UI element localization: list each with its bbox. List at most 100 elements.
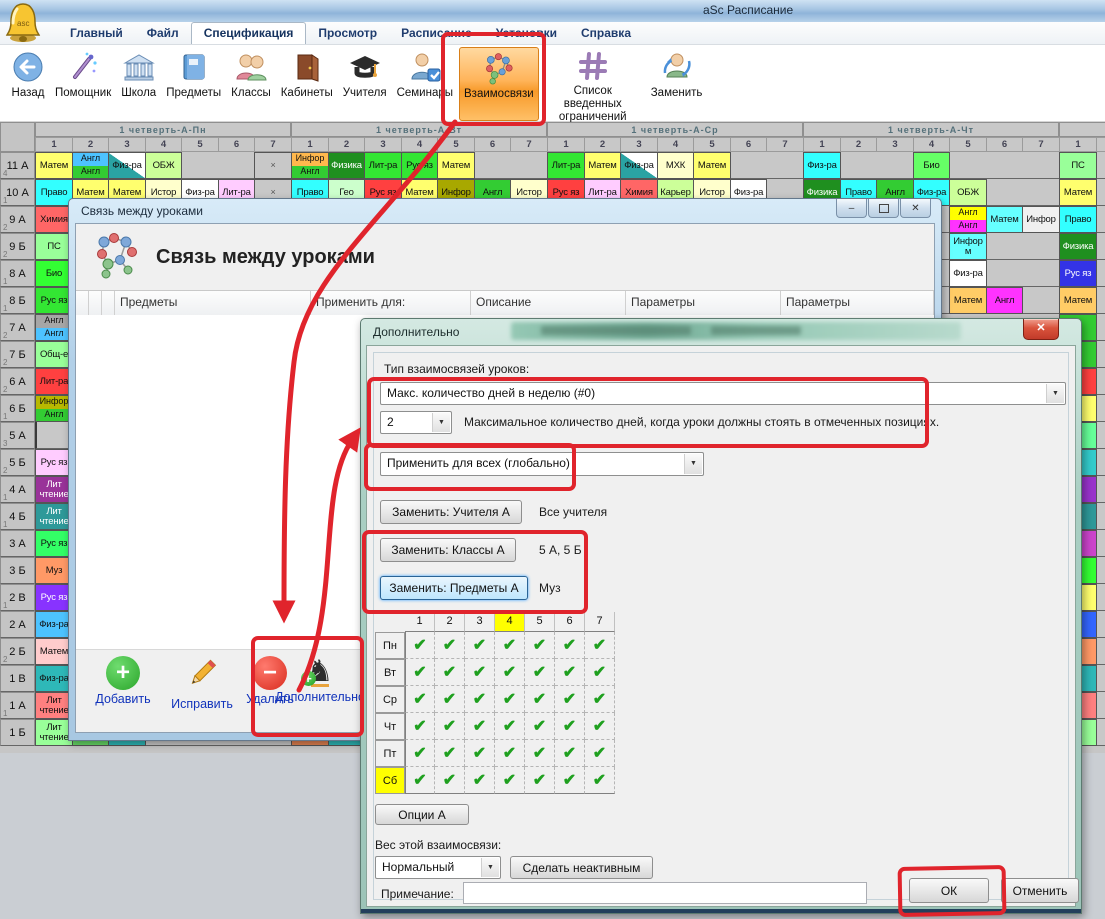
- timetable-cell[interactable]: Право: [1059, 206, 1097, 233]
- menu-tab-main[interactable]: Главный: [58, 23, 135, 44]
- timetable-cell[interactable]: Матем: [1059, 179, 1097, 206]
- class-label[interactable]: 2 А: [0, 611, 35, 638]
- timetable-cell[interactable]: Физ-ра: [949, 260, 987, 287]
- grid-check-cell[interactable]: ✔: [465, 767, 495, 794]
- timetable-cell[interactable]: [1096, 206, 1105, 233]
- grid-check-cell[interactable]: ✔: [435, 767, 465, 794]
- timetable-cell[interactable]: [1096, 287, 1105, 314]
- timetable-cell[interactable]: [474, 152, 511, 179]
- timetable-cell[interactable]: [1096, 557, 1105, 584]
- options-a-button[interactable]: Опции А: [375, 804, 469, 825]
- grid-check-cell[interactable]: ✔: [525, 767, 555, 794]
- grid-check-cell[interactable]: ✔: [435, 632, 465, 659]
- grid-check-cell[interactable]: ✔: [555, 740, 585, 767]
- timetable-cell[interactable]: [1022, 233, 1060, 260]
- class-label[interactable]: 7 А2: [0, 314, 35, 341]
- timetable-cell[interactable]: Инфор: [1022, 206, 1060, 233]
- grid-day-header[interactable]: Ср: [375, 686, 405, 713]
- timetable-cell[interactable]: АнглАнгл: [72, 152, 109, 179]
- toolbar-button-constraints[interactable]: Список введенных ограничений: [541, 47, 645, 121]
- class-label[interactable]: 11 А4: [0, 152, 35, 179]
- grid-day-header[interactable]: Пн: [375, 632, 405, 659]
- timetable-cell[interactable]: [1096, 260, 1105, 287]
- timetable-cell[interactable]: [1096, 179, 1105, 206]
- toolbar-button-wizard[interactable]: Помощник: [51, 47, 115, 121]
- grid-check-cell[interactable]: ✔: [555, 632, 585, 659]
- grid-check-cell[interactable]: ✔: [495, 713, 525, 740]
- grid-check-cell[interactable]: ✔: [405, 632, 435, 659]
- grid-check-cell[interactable]: ✔: [525, 713, 555, 740]
- grid-check-cell[interactable]: ✔: [525, 686, 555, 713]
- replace-button-0[interactable]: Заменить: Учителя А: [380, 500, 522, 524]
- timetable-cell[interactable]: [1096, 611, 1105, 638]
- grid-check-cell[interactable]: ✔: [465, 740, 495, 767]
- grid-day-header[interactable]: Сб: [375, 767, 405, 794]
- class-label[interactable]: 5 А3: [0, 422, 35, 449]
- class-label[interactable]: 7 Б2: [0, 341, 35, 368]
- toolbar-button-interconnections[interactable]: Взаимосвязи: [459, 47, 539, 121]
- link-column-header[interactable]: [102, 291, 115, 316]
- timetable-cell[interactable]: [1096, 530, 1105, 557]
- grid-check-cell[interactable]: ✔: [465, 632, 495, 659]
- timetable-cell[interactable]: МХК: [657, 152, 694, 179]
- timetable-cell[interactable]: Физ-ра: [108, 152, 146, 179]
- grid-check-cell[interactable]: ✔: [585, 767, 615, 794]
- timetable-cell[interactable]: Матем: [1059, 287, 1097, 314]
- class-label[interactable]: 8 Б1: [0, 287, 35, 314]
- timetable-cell[interactable]: [1096, 449, 1105, 476]
- grid-check-cell[interactable]: ✔: [585, 740, 615, 767]
- action-add-button[interactable]: +Добавить: [84, 656, 162, 706]
- timetable-cell[interactable]: [1096, 341, 1105, 368]
- timetable-cell[interactable]: [1022, 287, 1060, 314]
- grid-check-cell[interactable]: ✔: [405, 767, 435, 794]
- timetable-cell[interactable]: [986, 179, 1023, 206]
- grid-check-cell[interactable]: ✔: [435, 686, 465, 713]
- timetable-cell[interactable]: [730, 152, 767, 179]
- timetable-cell[interactable]: [986, 233, 1023, 260]
- grid-check-cell[interactable]: ✔: [585, 713, 615, 740]
- cancel-button[interactable]: Отменить: [1001, 878, 1079, 903]
- timetable-cell[interactable]: [1096, 584, 1105, 611]
- grid-day-header[interactable]: Вт: [375, 659, 405, 686]
- grid-check-cell[interactable]: ✔: [465, 713, 495, 740]
- grid-check-cell[interactable]: ✔: [495, 686, 525, 713]
- menu-tab-view[interactable]: Просмотр: [306, 23, 389, 44]
- class-label[interactable]: 1 А1: [0, 692, 35, 719]
- dropdown-arrow-icon[interactable]: ▼: [432, 413, 450, 432]
- menu-tab-timetable[interactable]: Расписание: [389, 23, 484, 44]
- grid-check-cell[interactable]: ✔: [405, 659, 435, 686]
- timetable-cell[interactable]: [1096, 422, 1105, 449]
- timetable-cell[interactable]: ИнфорАнгл: [291, 152, 329, 179]
- grid-day-header[interactable]: Пт: [375, 740, 405, 767]
- replace-button-2[interactable]: Заменить: Предметы А: [380, 576, 528, 600]
- timetable-cell[interactable]: [1096, 719, 1105, 746]
- menu-tab-file[interactable]: Файл: [135, 23, 191, 44]
- timetable-cell[interactable]: [1096, 503, 1105, 530]
- timetable-cell[interactable]: [1022, 260, 1060, 287]
- class-label[interactable]: 2 Б2: [0, 638, 35, 665]
- grid-check-cell[interactable]: ✔: [555, 713, 585, 740]
- grid-check-cell[interactable]: ✔: [495, 740, 525, 767]
- link-column-header[interactable]: [76, 291, 89, 316]
- link-column-header[interactable]: Параметры: [781, 291, 934, 316]
- timetable-cell[interactable]: ×: [254, 152, 292, 179]
- timetable-cell[interactable]: Матем: [986, 206, 1023, 233]
- replace-button-1[interactable]: Заменить: Классы А: [380, 538, 516, 562]
- dropdown-arrow-icon[interactable]: ▼: [684, 454, 702, 474]
- timetable-cell[interactable]: Лит-ра: [547, 152, 585, 179]
- grid-check-cell[interactable]: ✔: [435, 713, 465, 740]
- class-label[interactable]: 2 В1: [0, 584, 35, 611]
- count-combobox[interactable]: 2 ▼: [380, 411, 452, 434]
- class-label[interactable]: 3 Б: [0, 557, 35, 584]
- timetable-cell[interactable]: [181, 152, 219, 179]
- timetable-cell[interactable]: [840, 152, 877, 179]
- title-bar[interactable]: aSc Расписание: [0, 0, 1105, 23]
- dropdown-arrow-icon[interactable]: ▼: [1046, 384, 1064, 403]
- toolbar-button-subjects[interactable]: Предметы: [162, 47, 225, 121]
- class-label[interactable]: 8 А1: [0, 260, 35, 287]
- timetable-cell[interactable]: Матем: [35, 152, 73, 179]
- toolbar-button-seminars[interactable]: Семинары: [393, 47, 457, 121]
- timetable-cell[interactable]: [1096, 638, 1105, 665]
- timetable-cell[interactable]: [1096, 395, 1105, 422]
- timetable-cell[interactable]: [1096, 476, 1105, 503]
